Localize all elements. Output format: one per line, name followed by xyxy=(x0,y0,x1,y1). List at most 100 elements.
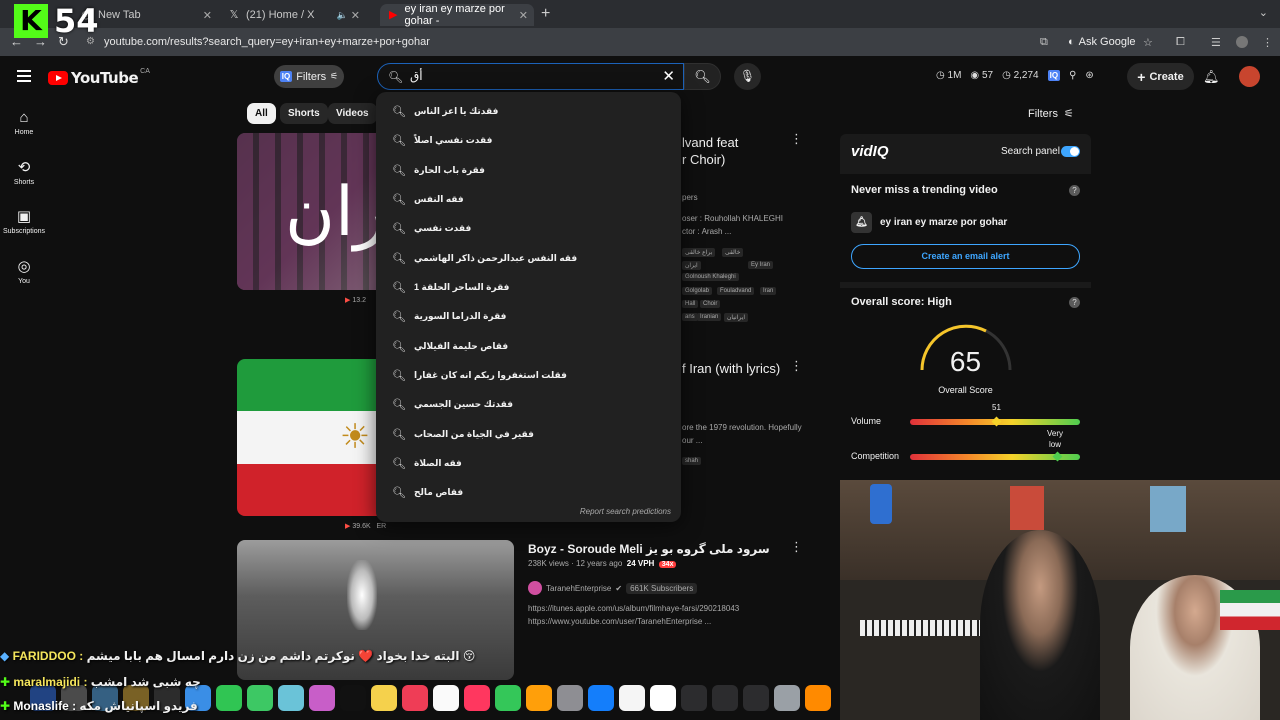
reading-list-icon[interactable]: ☰ xyxy=(1211,36,1221,49)
notion-icon[interactable] xyxy=(619,685,645,711)
video-tag[interactable]: Golgolab xyxy=(682,287,713,295)
report-predictions-link[interactable]: Report search predictions xyxy=(580,507,671,516)
video-title[interactable]: Boyz - Soroude Meli سرود ملی گروه بو یز xyxy=(528,542,770,556)
video-tag[interactable]: Choir xyxy=(700,300,721,308)
video-tag[interactable]: ایرانیان xyxy=(724,313,749,322)
disk-utility-icon[interactable] xyxy=(774,685,800,711)
search-button[interactable]: 🔍︎ xyxy=(684,63,721,90)
search-icon: 🔍︎ xyxy=(392,282,406,294)
tab-x-home[interactable]: 𝕏 (21) Home / X 🔈 ✕ xyxy=(220,4,366,26)
profile-avatar-icon[interactable] xyxy=(1236,36,1248,48)
suggestion-item[interactable]: 🔍︎ فقاص مالح xyxy=(376,478,681,507)
speaker-icon[interactable]: 🔈 xyxy=(337,10,348,21)
create-button[interactable]: + Create xyxy=(1127,63,1194,90)
pages-icon[interactable] xyxy=(526,685,552,711)
search-input[interactable]: 🔍︎ أق ✕ xyxy=(377,63,684,90)
app-store-icon[interactable] xyxy=(588,685,614,711)
suggestion-item[interactable]: 🔍︎ فقدتك يا اعز الناس xyxy=(376,97,681,126)
video-tag[interactable]: Iran xyxy=(760,287,777,295)
close-tab-icon[interactable]: ✕ xyxy=(519,9,528,22)
video-tag[interactable]: Fouladvand xyxy=(717,287,755,295)
bookmark-star-icon[interactable]: ☆ xyxy=(1143,36,1153,49)
suggestion-item[interactable]: 🔍︎ فقدت نفسي اصلاً xyxy=(376,126,681,155)
suggestion-item[interactable]: 🔍︎ فقرة باب الحارة xyxy=(376,156,681,185)
vidiq-notifications-icon[interactable]: ⊛ xyxy=(1085,70,1093,81)
rail-item-you[interactable]: ◎ You xyxy=(0,257,48,285)
vidiq-tools-icon[interactable]: ⚲ xyxy=(1069,70,1076,81)
url-field[interactable]: youtube.com/results?search_query=ey+iran… xyxy=(104,36,430,48)
tab-list-chevron-icon[interactable]: ⌄ xyxy=(1259,6,1268,19)
video-tag[interactable]: خالقی xyxy=(722,248,744,257)
channel-row[interactable]: TaranehEnterprise ✔ 661K Subscribers xyxy=(528,581,698,595)
video-tag[interactable]: ایران xyxy=(682,261,701,270)
hamburger-menu-icon[interactable] xyxy=(17,70,31,82)
video-description: our ... xyxy=(682,436,703,445)
help-icon[interactable]: ? xyxy=(1069,185,1080,196)
chip-videos[interactable]: Videos xyxy=(328,103,377,124)
suggestion-item[interactable]: 🔍︎ فقه الصلاة xyxy=(376,449,681,478)
description-link[interactable]: https://www.youtube.com/user/TaranehEnte… xyxy=(528,617,711,626)
video-title-line2[interactable]: r Choir) xyxy=(682,152,725,167)
vidiq-badge-icon[interactable]: IQ xyxy=(1047,70,1061,81)
subscriber-badge: 661K Subscribers xyxy=(626,582,698,594)
suggestion-item[interactable]: 🔍︎ فقلت استغفروا ربكم انه كان غفارا xyxy=(376,361,681,390)
install-app-icon[interactable]: ⧉ xyxy=(1040,36,1048,49)
panel-filters-button[interactable]: Filters ⚟ xyxy=(1028,107,1074,121)
logic-icon[interactable] xyxy=(681,685,707,711)
new-tab-button[interactable]: + xyxy=(541,5,550,23)
ask-google-button[interactable]: ◐ Ask Google xyxy=(1062,33,1142,51)
extensions-icon[interactable]: ⧠ xyxy=(1176,36,1185,49)
more-actions-icon[interactable]: ⋮ xyxy=(790,131,803,147)
channel-name[interactable]: TaranehEnterprise xyxy=(546,584,611,593)
notion-calendar-icon[interactable] xyxy=(650,685,676,711)
video-tag[interactable]: shah xyxy=(682,457,702,465)
home-icon: ⌂ xyxy=(19,109,29,126)
video-title[interactable]: lvand feat xyxy=(682,135,738,150)
video-tag[interactable]: بر‌اع خالقی xyxy=(682,248,716,257)
thumbnail-calligraphy: ران xyxy=(285,173,387,252)
video-tag[interactable]: Iranian xyxy=(697,313,722,321)
video-tag[interactable]: Ey Iran xyxy=(748,261,774,269)
close-tab-icon[interactable]: ✕ xyxy=(351,9,360,22)
overlay-counter-value: 54 xyxy=(54,2,99,40)
suggestion-item[interactable]: 🔍︎ فقه النفس xyxy=(376,185,681,214)
close-tab-icon[interactable]: ✕ xyxy=(203,9,212,22)
video-tag[interactable]: Golnoush Khaleghi xyxy=(682,273,739,281)
suggestion-item[interactable]: 🔍︎ فقدتك حسين الجسمي xyxy=(376,390,681,419)
description-link[interactable]: https://itunes.apple.com/us/album/filmha… xyxy=(528,604,739,613)
create-email-alert-button[interactable]: Create an email alert xyxy=(851,244,1080,269)
clear-search-icon[interactable]: ✕ xyxy=(662,67,675,85)
search-panel-toggle[interactable] xyxy=(1061,146,1080,157)
voice-search-button[interactable]: 🎙 xyxy=(734,63,761,90)
chip-shorts[interactable]: Shorts xyxy=(280,103,328,124)
suggestion-item[interactable]: 🔍︎ فقير في الجياة من الصحاب xyxy=(376,420,681,449)
suggestion-item[interactable]: 🔍︎ فقرة الساحر الحلقة 1 xyxy=(376,273,681,302)
video-tag[interactable]: Hall xyxy=(682,300,699,308)
help-icon[interactable]: ? xyxy=(1069,297,1080,308)
obs-icon[interactable] xyxy=(743,685,769,711)
account-avatar[interactable] xyxy=(1239,66,1260,87)
youtube-logo[interactable]: YouTube CA xyxy=(48,68,150,87)
more-actions-icon[interactable]: ⋮ xyxy=(790,358,803,374)
vidiq-badge-icon: IQ xyxy=(279,71,293,82)
fl-studio-icon[interactable] xyxy=(805,685,831,711)
suggestion-item[interactable]: 🔍︎ فقرة الدراما السورية xyxy=(376,302,681,331)
mainstage-icon[interactable] xyxy=(712,685,738,711)
video-title[interactable]: f Iran (with lyrics) xyxy=(682,361,780,376)
chip-all[interactable]: All xyxy=(247,103,276,124)
system-settings-icon[interactable] xyxy=(557,685,583,711)
video-tag[interactable]: ans xyxy=(682,313,698,321)
suggestion-item[interactable]: 🔍︎ فقدت نفسي xyxy=(376,214,681,243)
suggestion-item[interactable]: 🔍︎ فقاص حليمة الفيلالي xyxy=(376,332,681,361)
search-query-text[interactable]: أق xyxy=(410,69,423,83)
tab-youtube-search[interactable]: ▶ ey iran ey marze por gohar - ✕ xyxy=(380,3,534,27)
suggestion-item[interactable]: 🔍︎ فقه النفس عبدالرحمن ذاكر الهاشمي xyxy=(376,244,681,273)
rail-item-shorts[interactable]: ⟲ Shorts xyxy=(0,158,48,186)
browser-menu-icon[interactable]: ⋮ xyxy=(1262,36,1273,49)
search-icon: 🔍︎ xyxy=(392,458,406,470)
rail-item-home[interactable]: ⌂ Home xyxy=(0,109,48,136)
rail-item-subscriptions[interactable]: ▣ Subscriptions xyxy=(0,207,48,235)
notifications-bell-icon[interactable]: 🔔︎ xyxy=(1203,69,1220,85)
vidiq-filters-button[interactable]: IQ Filters ⚟ xyxy=(274,65,344,88)
more-actions-icon[interactable]: ⋮ xyxy=(790,539,803,555)
